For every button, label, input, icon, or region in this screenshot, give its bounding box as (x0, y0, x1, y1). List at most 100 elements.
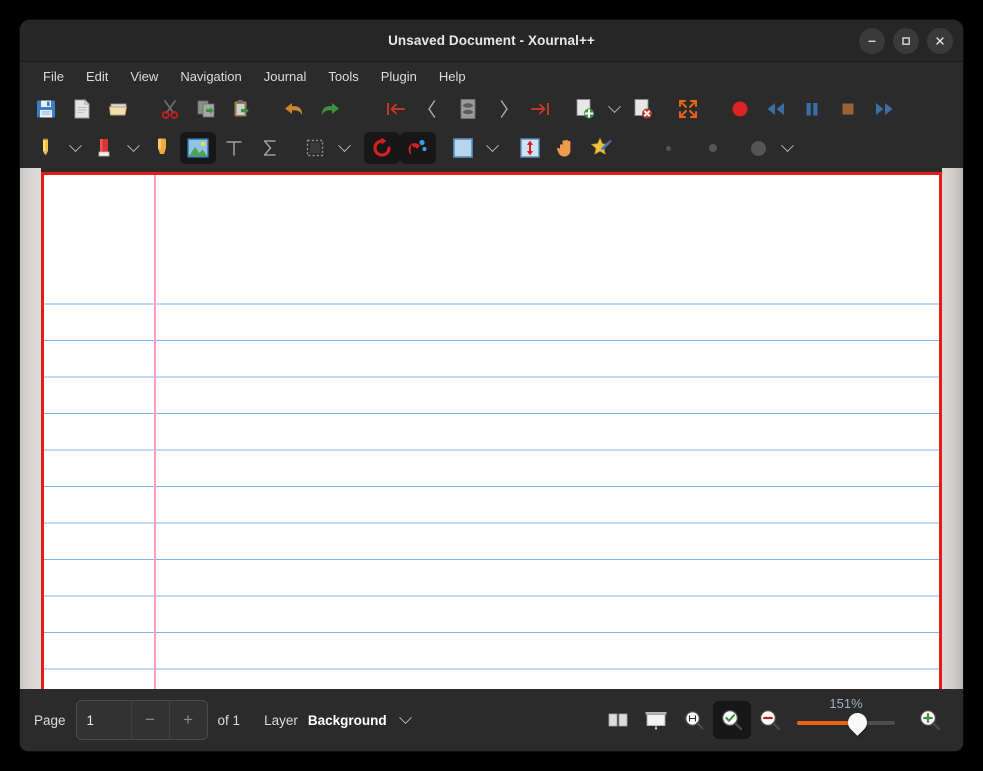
two-page-icon (608, 713, 628, 727)
document-page[interactable] (41, 172, 942, 689)
chevron-down-icon (126, 138, 140, 152)
page-annotate-icon (460, 99, 476, 119)
thickness-medium-button[interactable] (695, 132, 731, 164)
audio-record-button[interactable] (722, 93, 758, 125)
close-button[interactable] (927, 28, 953, 54)
fast-forward-icon (876, 103, 893, 115)
highlighter-tool-button[interactable] (144, 132, 180, 164)
audio-stop-button[interactable] (830, 93, 866, 125)
menu-item-view[interactable]: View (119, 66, 169, 87)
ruled-line (44, 668, 939, 670)
layer-dropdown[interactable] (395, 704, 417, 736)
pen-options-dropdown[interactable] (64, 132, 86, 164)
audio-pause-button[interactable] (794, 93, 830, 125)
zoom-fit-page-button[interactable] (713, 701, 751, 739)
close-icon (936, 37, 944, 45)
page-number-stepper[interactable]: − + (75, 700, 208, 740)
stop-icon (842, 103, 854, 115)
highlighter-icon (158, 138, 166, 158)
text-t-icon (226, 141, 242, 156)
image-tool-button[interactable] (180, 132, 216, 164)
page-margin-line (154, 175, 157, 689)
vertical-space-button[interactable] (512, 132, 548, 164)
delete-page-button[interactable] (625, 93, 661, 125)
ruled-line (44, 558, 939, 561)
first-page-button[interactable] (378, 93, 414, 125)
previous-page-button[interactable] (414, 93, 450, 125)
undo-arrow-icon (285, 103, 303, 115)
grid-snapping-button[interactable] (400, 132, 436, 164)
chevron-down-icon (780, 138, 794, 152)
select-options-dropdown[interactable] (333, 132, 355, 164)
canvas-right-scroll-gutter[interactable] (942, 168, 963, 689)
menu-item-navigation[interactable]: Navigation (169, 66, 252, 87)
save-button[interactable] (28, 93, 64, 125)
eraser-options-dropdown[interactable] (122, 132, 144, 164)
new-document-icon (74, 98, 91, 119)
audio-forward-button[interactable] (866, 93, 902, 125)
page-preview-button[interactable] (450, 93, 486, 125)
zoom-out-button[interactable] (751, 701, 789, 739)
page-number-input[interactable] (76, 701, 131, 739)
zoom-in-button[interactable] (911, 701, 949, 739)
insert-page-dropdown[interactable] (603, 93, 625, 125)
magnet-snap-icon (408, 139, 427, 155)
paste-button[interactable] (224, 93, 260, 125)
math-tool-button[interactable] (252, 132, 288, 164)
page-label: Page (34, 712, 66, 728)
menu-item-file[interactable]: File (32, 66, 75, 87)
chevron-down-icon (337, 138, 351, 152)
go-last-icon (531, 103, 549, 115)
next-page-button[interactable] (486, 93, 522, 125)
zoom-fit-width-button[interactable] (675, 701, 713, 739)
page-decrement-button[interactable]: − (130, 701, 169, 739)
rotation-snapping-button[interactable] (364, 132, 400, 164)
canvas-left-scroll-gutter[interactable] (20, 168, 41, 689)
zoom-in-icon (919, 709, 941, 731)
select-rectangle-button[interactable] (297, 132, 333, 164)
hand-tool-button[interactable] (548, 132, 584, 164)
cut-button[interactable] (152, 93, 188, 125)
document-canvas-area[interactable] (20, 168, 963, 689)
zoom-slider-handle[interactable] (844, 709, 872, 736)
thickness-thick-button[interactable] (740, 132, 776, 164)
page-increment-button[interactable]: + (168, 701, 207, 739)
presentation-mode-button[interactable] (637, 701, 675, 739)
audio-rewind-button[interactable] (758, 93, 794, 125)
text-tool-button[interactable] (216, 132, 252, 164)
menu-item-tools[interactable]: Tools (317, 66, 369, 87)
layer-label: Layer (264, 712, 298, 728)
menu-item-plugin[interactable]: Plugin (370, 66, 428, 87)
ruled-line (44, 412, 939, 415)
open-button[interactable] (100, 93, 136, 125)
color-dropdown[interactable] (481, 132, 503, 164)
menu-item-help[interactable]: Help (428, 66, 477, 87)
zoom-slider[interactable]: 151% (797, 696, 895, 740)
insert-page-button[interactable] (567, 93, 603, 125)
two-page-view-button[interactable] (599, 701, 637, 739)
undo-button[interactable] (276, 93, 312, 125)
redo-button[interactable] (312, 93, 348, 125)
maximize-button[interactable] (893, 28, 919, 54)
star-pencil-icon (590, 137, 612, 155)
color-swatch-button[interactable] (445, 132, 481, 164)
default-tool-button[interactable] (584, 132, 620, 164)
menu-item-edit[interactable]: Edit (75, 66, 119, 87)
eraser-icon (98, 139, 110, 157)
chevron-right-icon (500, 100, 508, 118)
eraser-tool-button[interactable] (86, 132, 122, 164)
pen-tool-button[interactable] (28, 132, 64, 164)
ruled-line (44, 376, 939, 378)
maximize-icon (902, 37, 910, 45)
copy-button[interactable] (188, 93, 224, 125)
layer-value: Background (307, 712, 387, 728)
page-delete-icon (634, 99, 652, 119)
thickness-dropdown[interactable] (776, 132, 798, 164)
minimize-button[interactable] (859, 28, 885, 54)
new-button[interactable] (64, 93, 100, 125)
thickness-fine-button[interactable] (650, 132, 686, 164)
fullscreen-button[interactable] (670, 93, 706, 125)
ruled-line (44, 631, 939, 634)
menu-item-journal[interactable]: Journal (253, 66, 318, 87)
last-page-button[interactable] (522, 93, 558, 125)
